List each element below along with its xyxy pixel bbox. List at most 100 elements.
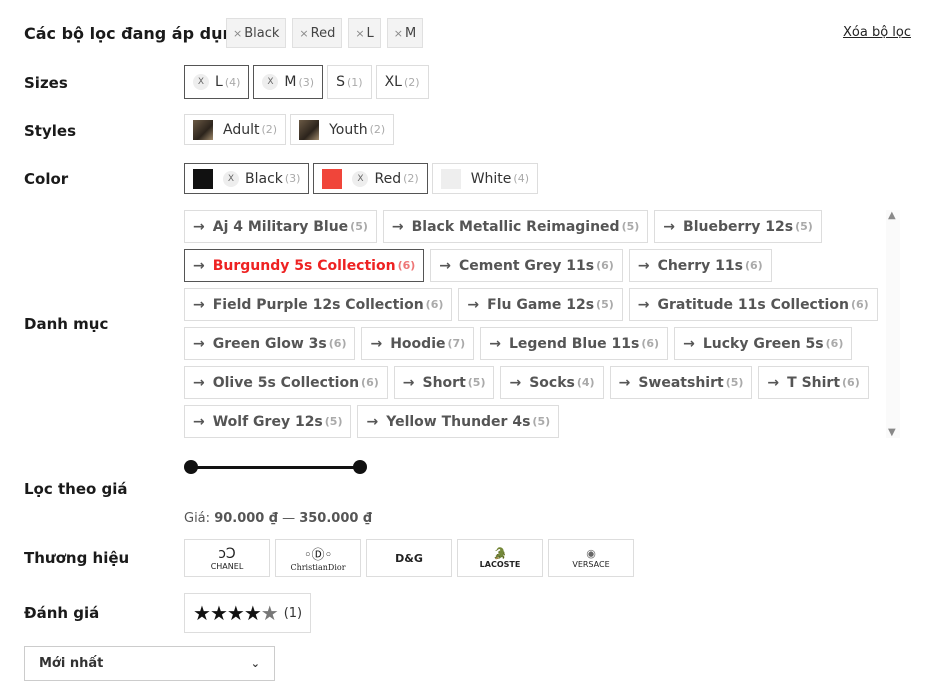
applied-chip-l[interactable]: × L xyxy=(348,18,381,48)
size-option-s[interactable]: S (1) xyxy=(327,65,372,99)
sort-select[interactable]: Mới nhất ⌄ xyxy=(24,646,275,681)
applied-chip-m[interactable]: × M xyxy=(386,18,424,48)
remove-icon: X xyxy=(223,170,239,187)
price-slider-track xyxy=(190,466,360,469)
color-option-red[interactable]: X Red (2) xyxy=(313,163,428,194)
clear-filters-link[interactable]: Xóa bộ lọc xyxy=(843,25,911,40)
scroll-down-icon[interactable]: ▼ xyxy=(888,427,896,438)
category-item[interactable]: → Legend Blue 11s (6) xyxy=(480,327,669,360)
category-list: → Aj 4 Military Blue (5) → Black Metallic Re… xyxy=(184,210,884,444)
arrow-right-icon: → xyxy=(193,257,205,274)
star-icon: ★ xyxy=(193,601,211,625)
youth-thumbnail xyxy=(299,119,320,140)
arrow-right-icon: → xyxy=(489,335,501,352)
brand-dior[interactable]: ◦Ⓓ◦ ChristianDior xyxy=(275,539,361,577)
category-item[interactable]: → Hoodie (7) xyxy=(361,327,475,360)
category-item[interactable]: → T Shirt (6) xyxy=(758,366,869,399)
remove-icon: X xyxy=(262,74,279,90)
rating-option[interactable]: ★★★★★ (1) xyxy=(184,593,312,633)
brand-versace[interactable]: ◉ VERSACE xyxy=(548,539,634,577)
arrow-right-icon: → xyxy=(618,374,631,391)
category-item[interactable]: → Short (5) xyxy=(393,366,495,399)
price-range-text: Giá: 90.000 ₫ — 350.000 ₫ xyxy=(184,511,373,526)
category-item[interactable]: → Cherry 11s (6) xyxy=(628,249,772,282)
category-scrollbar[interactable]: ▲ ▼ xyxy=(886,210,900,438)
category-item[interactable]: → Lucky Green 5s (6) xyxy=(674,327,853,360)
red-swatch xyxy=(322,168,343,189)
category-item[interactable]: → Wolf Grey 12s (5) xyxy=(184,405,352,438)
category-item[interactable]: → Sweatshirt (5) xyxy=(609,366,753,399)
sizes-label: Sizes xyxy=(24,74,68,92)
category-item[interactable]: → Burgundy 5s Collection (6) xyxy=(184,249,425,282)
color-label: Color xyxy=(24,170,69,188)
arrow-right-icon: → xyxy=(637,296,650,313)
lacoste-logo-icon: 🐊 xyxy=(493,547,507,560)
price-slider-min-handle[interactable] xyxy=(184,460,198,474)
style-option-youth[interactable]: Youth (2) xyxy=(290,114,395,145)
applied-filters-title: Các bộ lọc đang áp dụng xyxy=(24,24,246,43)
category-item[interactable]: → Olive 5s Collection (6) xyxy=(184,366,388,399)
star-icon: ★ xyxy=(260,601,279,625)
arrow-right-icon: → xyxy=(193,296,205,313)
arrow-right-icon: → xyxy=(370,335,383,352)
arrow-right-icon: → xyxy=(193,335,205,352)
size-option-xl[interactable]: XL (2) xyxy=(375,65,429,99)
remove-icon: × xyxy=(393,26,404,40)
color-option-black[interactable]: X Black (3) xyxy=(184,163,310,194)
category-item[interactable]: → Cement Grey 11s (6) xyxy=(430,249,623,282)
applied-chip-red[interactable]: × Red xyxy=(292,18,343,48)
chevron-down-icon: ⌄ xyxy=(250,657,260,670)
category-item[interactable]: → Black Metallic Reimagined (5) xyxy=(382,210,649,243)
arrow-right-icon: → xyxy=(663,218,676,235)
star-icon: ★ xyxy=(209,601,228,625)
remove-icon: X xyxy=(193,74,209,90)
category-item[interactable]: → Blueberry 12s (5) xyxy=(654,210,822,243)
chanel-logo-icon: ↄↃ xyxy=(218,545,236,562)
applied-chip-black[interactable]: × Black xyxy=(226,18,287,48)
rating-label: Đánh giá xyxy=(24,604,100,622)
brand-lacoste[interactable]: 🐊 LACOSTE xyxy=(457,539,543,577)
category-item[interactable]: → Field Purple 12s Collection (6) xyxy=(184,288,453,321)
remove-icon: × xyxy=(233,26,243,40)
remove-icon: X xyxy=(352,170,369,187)
arrow-right-icon: → xyxy=(193,413,205,430)
category-item[interactable]: → Gratitude 11s Collection (6) xyxy=(628,288,878,321)
arrow-right-icon: → xyxy=(391,218,404,235)
applied-chips: × Black × Red × L × M xyxy=(226,18,429,48)
arrow-right-icon: → xyxy=(767,374,780,391)
category-item[interactable]: → Yellow Thunder 4s (5) xyxy=(357,405,560,438)
dior-logo-icon: ◦Ⓓ◦ xyxy=(303,548,333,563)
arrow-right-icon: → xyxy=(467,296,480,313)
adult-thumbnail xyxy=(193,119,213,140)
category-item[interactable]: → Flu Game 12s (5) xyxy=(458,288,623,321)
arrow-right-icon: → xyxy=(402,374,415,391)
category-item[interactable]: → Aj 4 Military Blue (5) xyxy=(184,210,377,243)
brand-chanel[interactable]: ↄↃ CHANEL xyxy=(184,539,270,577)
color-option-white[interactable]: White (4) xyxy=(431,163,538,194)
arrow-right-icon: → xyxy=(439,257,452,274)
category-label: Danh mục xyxy=(24,315,109,333)
price-slider-max-handle[interactable] xyxy=(353,460,367,474)
star-rating-icon: ★★★★★ xyxy=(193,601,279,625)
styles-label: Styles xyxy=(24,122,76,140)
versace-logo-icon: ◉ xyxy=(586,547,596,560)
arrow-right-icon: → xyxy=(193,374,205,391)
brand-dg[interactable]: D&G xyxy=(366,539,452,577)
sizes-options: X L (4) X M (3) S (1) XL (2) xyxy=(184,65,433,99)
arrow-right-icon: → xyxy=(683,335,695,352)
size-option-l[interactable]: X L (4) xyxy=(184,65,250,99)
styles-options: Adult (2) Youth (2) xyxy=(184,114,398,145)
arrow-right-icon: → xyxy=(637,257,650,274)
star-icon: ★ xyxy=(243,601,262,625)
color-options: X Black (3) X Red (2) White (4) xyxy=(184,163,542,194)
brand-options: ↄↃ CHANEL ◦Ⓓ◦ ChristianDior D&G 🐊 LACOSTE ◉… xyxy=(184,539,639,577)
category-item[interactable]: → Green Glow 3s (6) xyxy=(184,327,356,360)
style-option-adult[interactable]: Adult (2) xyxy=(184,114,287,145)
remove-icon: × xyxy=(355,26,365,40)
star-icon: ★ xyxy=(226,601,245,625)
arrow-right-icon: → xyxy=(366,413,379,430)
arrow-right-icon: → xyxy=(509,374,522,391)
category-item[interactable]: → Socks (4) xyxy=(500,366,604,399)
scroll-up-icon[interactable]: ▲ xyxy=(888,210,896,221)
size-option-m[interactable]: X M (3) xyxy=(253,65,324,99)
